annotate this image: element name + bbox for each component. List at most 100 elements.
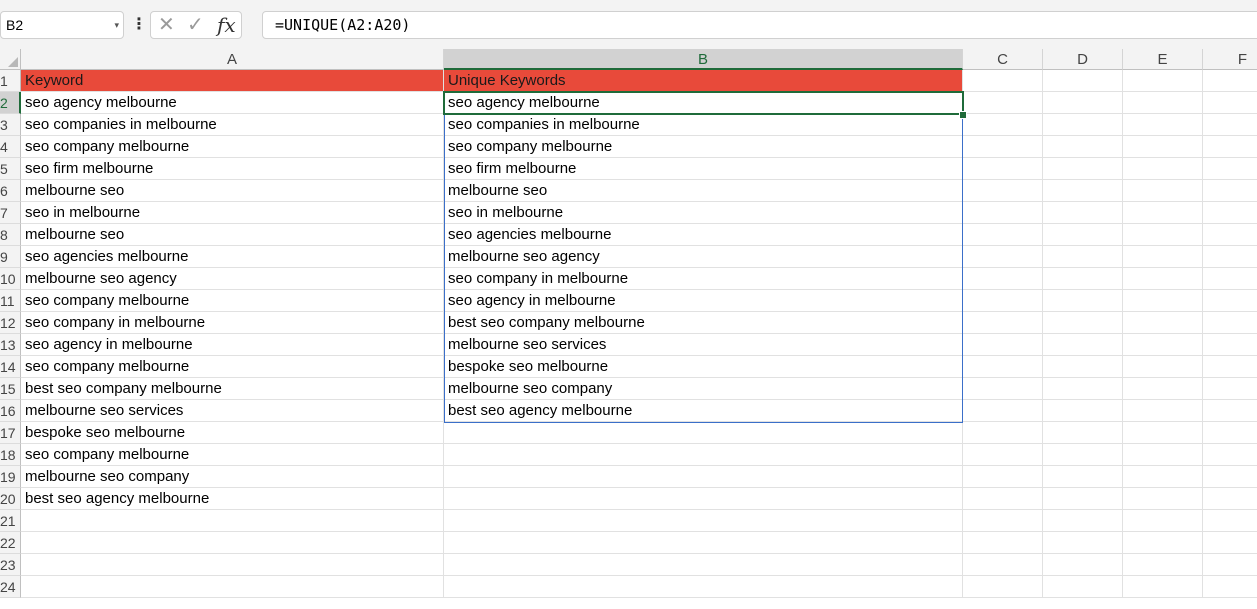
cell-a17[interactable]: bespoke seo melbourne: [21, 422, 444, 444]
row-header-20[interactable]: 20: [0, 488, 21, 510]
cell-b18[interactable]: [444, 444, 963, 466]
cell-d5[interactable]: [1043, 158, 1123, 180]
column-header-f[interactable]: F: [1203, 49, 1257, 70]
cell-c4[interactable]: [963, 136, 1043, 158]
cell-b24[interactable]: [444, 576, 963, 598]
cell-e12[interactable]: [1123, 312, 1203, 334]
cell-f16[interactable]: [1203, 400, 1257, 422]
cell-b12[interactable]: best seo company melbourne: [444, 312, 963, 334]
fx-icon[interactable]: fx: [217, 14, 236, 36]
row-header-3[interactable]: 3: [0, 114, 21, 136]
row-header-14[interactable]: 14: [0, 356, 21, 378]
cell-d6[interactable]: [1043, 180, 1123, 202]
cell-d10[interactable]: [1043, 268, 1123, 290]
cell-b13[interactable]: melbourne seo services: [444, 334, 963, 356]
cell-e15[interactable]: [1123, 378, 1203, 400]
cell-a24[interactable]: [21, 576, 444, 598]
cell-f13[interactable]: [1203, 334, 1257, 356]
row-header-10[interactable]: 10: [0, 268, 21, 290]
cell-b10[interactable]: seo company in melbourne: [444, 268, 963, 290]
column-header-a[interactable]: A: [21, 49, 444, 70]
cell-c11[interactable]: [963, 290, 1043, 312]
cell-a12[interactable]: seo company in melbourne: [21, 312, 444, 334]
cell-a5[interactable]: seo firm melbourne: [21, 158, 444, 180]
cell-b11[interactable]: seo agency in melbourne: [444, 290, 963, 312]
cell-e11[interactable]: [1123, 290, 1203, 312]
cell-a4[interactable]: seo company melbourne: [21, 136, 444, 158]
cell-c1[interactable]: [963, 70, 1043, 92]
cell-a14[interactable]: seo company melbourne: [21, 356, 444, 378]
cell-b17[interactable]: [444, 422, 963, 444]
cell-a1[interactable]: Keyword: [21, 70, 444, 92]
row-header-12[interactable]: 12: [0, 312, 21, 334]
cell-e22[interactable]: [1123, 532, 1203, 554]
cell-e5[interactable]: [1123, 158, 1203, 180]
cell-a7[interactable]: seo in melbourne: [21, 202, 444, 224]
select-all-corner[interactable]: [0, 49, 21, 70]
cell-d7[interactable]: [1043, 202, 1123, 224]
cell-b20[interactable]: [444, 488, 963, 510]
row-header-17[interactable]: 17: [0, 422, 21, 444]
cell-b8[interactable]: seo agencies melbourne: [444, 224, 963, 246]
cell-d13[interactable]: [1043, 334, 1123, 356]
cell-f3[interactable]: [1203, 114, 1257, 136]
cell-c13[interactable]: [963, 334, 1043, 356]
cell-c9[interactable]: [963, 246, 1043, 268]
cell-b1[interactable]: Unique Keywords: [444, 70, 963, 92]
cell-b9[interactable]: melbourne seo agency: [444, 246, 963, 268]
cell-d3[interactable]: [1043, 114, 1123, 136]
formula-input[interactable]: =UNIQUE(A2:A20): [262, 11, 1257, 39]
row-header-11[interactable]: 11: [0, 290, 21, 312]
cell-a20[interactable]: best seo agency melbourne: [21, 488, 444, 510]
cell-a9[interactable]: seo agencies melbourne: [21, 246, 444, 268]
cell-f1[interactable]: [1203, 70, 1257, 92]
cell-d22[interactable]: [1043, 532, 1123, 554]
cell-d19[interactable]: [1043, 466, 1123, 488]
cell-a10[interactable]: melbourne seo agency: [21, 268, 444, 290]
cell-d24[interactable]: [1043, 576, 1123, 598]
cell-d12[interactable]: [1043, 312, 1123, 334]
chevron-down-icon[interactable]: ▾: [114, 12, 119, 38]
cell-f6[interactable]: [1203, 180, 1257, 202]
cell-a18[interactable]: seo company melbourne: [21, 444, 444, 466]
cell-b22[interactable]: [444, 532, 963, 554]
cell-f17[interactable]: [1203, 422, 1257, 444]
x-icon[interactable]: ✕: [158, 14, 175, 36]
column-header-c[interactable]: C: [963, 49, 1043, 70]
cell-c20[interactable]: [963, 488, 1043, 510]
cell-e13[interactable]: [1123, 334, 1203, 356]
column-header-b[interactable]: B: [444, 49, 963, 70]
cell-a23[interactable]: [21, 554, 444, 576]
cell-e24[interactable]: [1123, 576, 1203, 598]
row-header-19[interactable]: 19: [0, 466, 21, 488]
cell-e17[interactable]: [1123, 422, 1203, 444]
cell-a6[interactable]: melbourne seo: [21, 180, 444, 202]
cell-a19[interactable]: melbourne seo company: [21, 466, 444, 488]
cell-f2[interactable]: [1203, 92, 1257, 114]
cell-b21[interactable]: [444, 510, 963, 532]
cell-b23[interactable]: [444, 554, 963, 576]
cell-a16[interactable]: melbourne seo services: [21, 400, 444, 422]
cell-e9[interactable]: [1123, 246, 1203, 268]
cell-e10[interactable]: [1123, 268, 1203, 290]
column-header-e[interactable]: E: [1123, 49, 1203, 70]
cell-c22[interactable]: [963, 532, 1043, 554]
cell-e2[interactable]: [1123, 92, 1203, 114]
cell-d2[interactable]: [1043, 92, 1123, 114]
cell-a15[interactable]: best seo company melbourne: [21, 378, 444, 400]
cell-f24[interactable]: [1203, 576, 1257, 598]
cell-f18[interactable]: [1203, 444, 1257, 466]
cell-d4[interactable]: [1043, 136, 1123, 158]
cell-f7[interactable]: [1203, 202, 1257, 224]
row-header-6[interactable]: 6: [0, 180, 21, 202]
row-header-18[interactable]: 18: [0, 444, 21, 466]
cell-e23[interactable]: [1123, 554, 1203, 576]
cell-d23[interactable]: [1043, 554, 1123, 576]
row-header-1[interactable]: 1: [0, 70, 21, 92]
cell-c23[interactable]: [963, 554, 1043, 576]
more-options-icon[interactable]: ⋮: [131, 13, 147, 37]
cell-b5[interactable]: seo firm melbourne: [444, 158, 963, 180]
cell-b4[interactable]: seo company melbourne: [444, 136, 963, 158]
cell-d21[interactable]: [1043, 510, 1123, 532]
row-header-13[interactable]: 13: [0, 334, 21, 356]
